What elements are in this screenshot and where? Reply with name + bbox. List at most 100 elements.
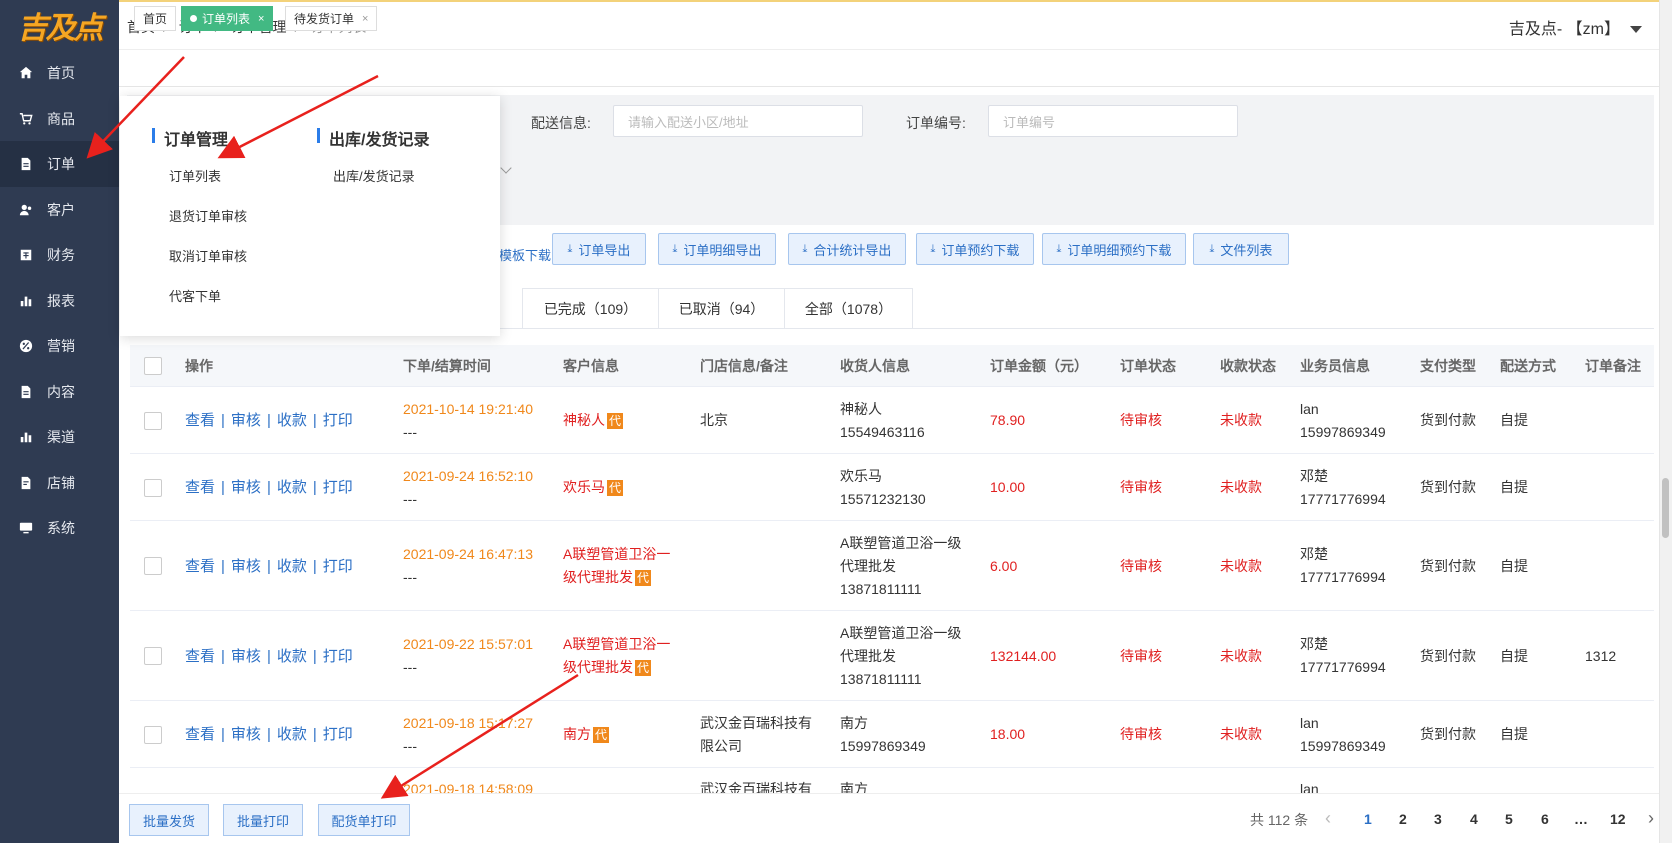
customer-text: 级代理批发 bbox=[563, 569, 633, 585]
receiver-info-line: A联塑管道卫浴一级 bbox=[840, 535, 962, 551]
sidebar-item-8[interactable]: 渠道 bbox=[0, 414, 119, 460]
button-label: 合计统计导出 bbox=[813, 242, 892, 258]
sidebar-item-5[interactable]: 报表 bbox=[0, 278, 119, 324]
select-all-checkbox[interactable] bbox=[144, 357, 162, 375]
picking-list-print-button[interactable]: 配货单打印 bbox=[318, 804, 410, 836]
page-6[interactable]: … bbox=[1574, 811, 1588, 827]
page-4[interactable]: 5 bbox=[1505, 811, 1513, 827]
export-button-4[interactable]: ⤓ 订单明细预约下载 bbox=[1042, 233, 1186, 265]
status-tab-cancelled[interactable]: 已取消（94） bbox=[658, 288, 785, 328]
row-checkbox[interactable] bbox=[144, 412, 162, 430]
table-row[interactable]: 查看 | 审核 | 收款 | 打印 2021-09-24 16:52:10 --- 欢乐马代欢乐马… bbox=[130, 454, 1654, 521]
salesperson-info-line: 15997869349 bbox=[1300, 424, 1386, 440]
action-link-3[interactable]: 打印 bbox=[323, 479, 353, 496]
scrollbar-thumb[interactable] bbox=[1662, 478, 1669, 538]
action-link-3[interactable]: 打印 bbox=[323, 648, 353, 665]
export-button-3[interactable]: ⤓ 订单预约下载 bbox=[916, 233, 1034, 265]
row-checkbox[interactable] bbox=[144, 726, 162, 744]
action-link-2[interactable]: 收款 bbox=[277, 726, 307, 743]
customer-info[interactable]: A联塑管道卫浴一 级代理批发代 bbox=[563, 633, 670, 679]
row-checkbox[interactable] bbox=[144, 557, 162, 575]
row-checkbox[interactable] bbox=[144, 647, 162, 665]
table-row[interactable]: 查看 | 审核 | 收款 | 打印 2021-10-14 19:21:40 --- 神秘人代 北京 神… bbox=[130, 387, 1654, 454]
dropdown-item-cancel-review[interactable]: 取消订单审核 bbox=[169, 246, 247, 265]
user-menu[interactable]: 吉及点- 【zm】 bbox=[1509, 15, 1642, 39]
action-link-0[interactable]: 查看 bbox=[185, 479, 215, 496]
action-link-2[interactable]: 收款 bbox=[277, 558, 307, 575]
action-link-1[interactable]: 审核 bbox=[231, 558, 261, 575]
sidebar-item-6[interactable]: 营销 bbox=[0, 323, 119, 369]
dropdown-item-order-list[interactable]: 订单列表 bbox=[169, 166, 221, 185]
tab-home[interactable]: 首页 bbox=[134, 6, 177, 31]
dropdown-item-return-review[interactable]: 退货订单审核 bbox=[169, 206, 247, 225]
action-link-2[interactable]: 收款 bbox=[277, 412, 307, 429]
prev-page-icon[interactable]: ‹ bbox=[1325, 808, 1331, 829]
receiver-info-line: 南方 bbox=[840, 715, 868, 731]
dropdown-title-outbound: 出库/发货记录 bbox=[317, 126, 429, 150]
export-button-1[interactable]: ⤓ 订单明细导出 bbox=[658, 233, 776, 265]
next-page-icon[interactable]: › bbox=[1648, 808, 1654, 829]
page-2[interactable]: 3 bbox=[1434, 811, 1442, 827]
action-link-2[interactable]: 收款 bbox=[277, 479, 307, 496]
page-7[interactable]: 12 bbox=[1610, 811, 1626, 827]
sidebar-item-1[interactable]: 商品 bbox=[0, 96, 119, 142]
page-scrollbar[interactable] bbox=[1659, 0, 1672, 843]
order-number-input[interactable]: 订单编号 bbox=[988, 105, 1238, 137]
sidebar-item-2[interactable]: 订单 bbox=[0, 141, 119, 187]
table-row[interactable]: 查看 | 审核 | 收款 | 打印 2021-09-24 16:47:13 --- A联塑管道卫浴… bbox=[130, 521, 1654, 611]
action-link-0[interactable]: 查看 bbox=[185, 412, 215, 429]
action-link-1[interactable]: 审核 bbox=[231, 412, 261, 429]
customer-info[interactable]: 欢乐马代 bbox=[563, 476, 624, 499]
batch-print-button[interactable]: 批量打印 bbox=[223, 804, 303, 836]
row-checkbox[interactable] bbox=[144, 479, 162, 497]
order-amount-line: 132144.00 bbox=[990, 648, 1057, 664]
sidebar-item-label: 商品 bbox=[47, 110, 75, 127]
customer-info[interactable]: 神秘人代 bbox=[563, 409, 624, 432]
close-icon[interactable]: × bbox=[362, 13, 368, 25]
receiver-info-line: 15549463116 bbox=[840, 424, 925, 440]
customer-info[interactable]: 南方代 bbox=[563, 723, 610, 746]
sidebar-item-0[interactable]: 首页 bbox=[0, 50, 119, 96]
caret-down-icon[interactable] bbox=[1630, 26, 1642, 34]
close-icon[interactable]: × bbox=[258, 13, 264, 25]
page-0[interactable]: 1 bbox=[1364, 811, 1372, 827]
export-button-5[interactable]: ⤓ 文件列表 bbox=[1193, 233, 1289, 265]
dropdown-item-outbound-records[interactable]: 出库/发货记录 bbox=[333, 166, 415, 185]
status-tab-all[interactable]: 全部（1078） bbox=[784, 288, 913, 328]
action-link-1[interactable]: 审核 bbox=[231, 726, 261, 743]
export-button-2[interactable]: ⤓ 合计统计导出 bbox=[788, 233, 906, 265]
action-link-0[interactable]: 查看 bbox=[185, 726, 215, 743]
receiver-info-line: 13871811111 bbox=[840, 671, 922, 687]
customer-info[interactable]: A联塑管道卫浴一 级代理批发代 bbox=[563, 543, 670, 589]
action-link-1[interactable]: 审核 bbox=[231, 648, 261, 665]
receiver-info-line: 神秘人 bbox=[840, 401, 882, 417]
action-link-3[interactable]: 打印 bbox=[323, 558, 353, 575]
sidebar-item-9[interactable]: 店铺 bbox=[0, 460, 119, 506]
page-1[interactable]: 2 bbox=[1399, 811, 1407, 827]
action-link-3[interactable]: 打印 bbox=[323, 412, 353, 429]
column-header-9: 支付类型 bbox=[1420, 358, 1476, 374]
dropdown-item-proxy-order[interactable]: 代客下单 bbox=[169, 286, 221, 305]
table-row[interactable]: 2021-09-18 14:58:09 武汉金百瑞科技有 南方 lan bbox=[130, 768, 1654, 793]
batch-ship-button[interactable]: 批量发货 bbox=[129, 804, 209, 836]
action-link-3[interactable]: 打印 bbox=[323, 726, 353, 743]
table-row[interactable]: 查看 | 审核 | 收款 | 打印 2021-09-18 15:17:27 --- 南方代 武汉金百… bbox=[130, 701, 1654, 768]
page-3[interactable]: 4 bbox=[1470, 811, 1478, 827]
page-5[interactable]: 6 bbox=[1541, 811, 1549, 827]
action-link-2[interactable]: 收款 bbox=[277, 648, 307, 665]
delivery-input[interactable]: 请输入配送小区/地址 bbox=[613, 105, 863, 137]
sidebar-item-10[interactable]: 系统 bbox=[0, 505, 119, 551]
export-button-0[interactable]: ⤓ 订单导出 bbox=[552, 233, 646, 265]
table-row[interactable]: 查看 | 审核 | 收款 | 打印 2021-09-22 15:57:01 --- A联塑管道卫浴… bbox=[130, 611, 1654, 701]
receiver-info-line: 代理批发 bbox=[840, 558, 896, 574]
action-link-0[interactable]: 查看 bbox=[185, 558, 215, 575]
sidebar-item-3[interactable]: 客户 bbox=[0, 187, 119, 233]
tab-pending-shipment[interactable]: 待发货订单 × bbox=[285, 6, 378, 31]
tab-order-list[interactable]: 订单列表 × bbox=[181, 6, 274, 31]
action-link-1[interactable]: 审核 bbox=[231, 479, 261, 496]
template-download-link[interactable]: 模板下载 bbox=[499, 245, 551, 264]
status-tab-completed[interactable]: 已完成（109） bbox=[522, 288, 659, 328]
action-link-0[interactable]: 查看 bbox=[185, 648, 215, 665]
sidebar-item-7[interactable]: 内容 bbox=[0, 369, 119, 415]
sidebar-item-4[interactable]: 财务 bbox=[0, 232, 119, 278]
